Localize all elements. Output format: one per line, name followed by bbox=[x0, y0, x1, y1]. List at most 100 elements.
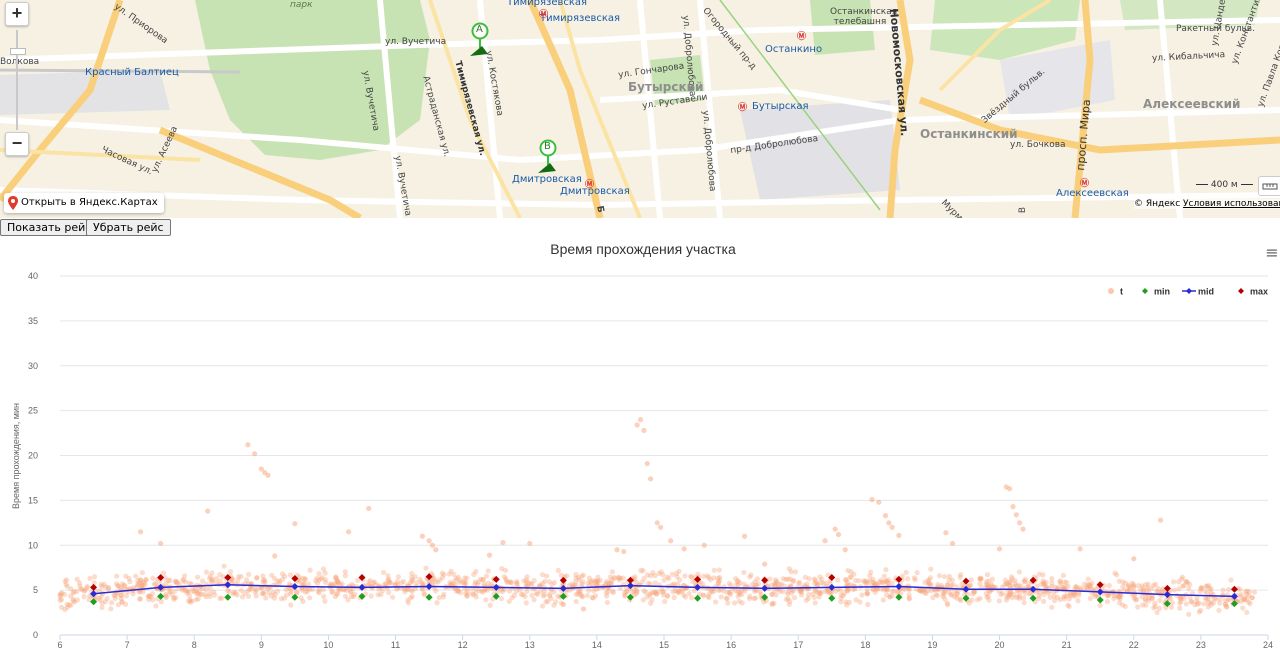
scatter-point bbox=[335, 578, 341, 585]
scatter-point bbox=[681, 546, 687, 552]
scatter-point bbox=[217, 595, 223, 601]
scatter-point bbox=[882, 513, 889, 519]
scatter-point bbox=[1208, 586, 1214, 592]
scatter-point bbox=[637, 417, 644, 423]
scatter-point bbox=[780, 576, 786, 582]
scatter-point bbox=[408, 595, 414, 601]
scatter-point bbox=[1097, 602, 1103, 609]
scatter-point bbox=[881, 587, 887, 593]
x-tick-label: 20 bbox=[995, 640, 1005, 650]
scatter-point bbox=[669, 571, 675, 578]
scatter-point bbox=[840, 593, 846, 599]
scatter-point bbox=[486, 552, 493, 558]
scatter-point bbox=[641, 427, 647, 433]
scale-line bbox=[1196, 184, 1208, 185]
scatter-point bbox=[252, 451, 258, 457]
scatter-point bbox=[1048, 583, 1055, 590]
scatter-point bbox=[833, 588, 839, 594]
route-pin-a[interactable]: A bbox=[470, 22, 490, 65]
scatter-point bbox=[523, 577, 530, 583]
scatter-point bbox=[1131, 595, 1137, 601]
scatter-point bbox=[452, 578, 458, 584]
scatter-point bbox=[609, 569, 615, 575]
metro-icon: Ⓜ bbox=[585, 179, 595, 189]
scatter-point bbox=[812, 600, 818, 606]
scatter-point bbox=[1139, 583, 1145, 589]
scatter-point bbox=[419, 586, 426, 592]
map-scale: 400 м bbox=[1196, 180, 1253, 190]
route-pin-b[interactable]: B bbox=[538, 139, 558, 182]
scatter-point bbox=[876, 499, 882, 505]
scatter-point bbox=[145, 593, 152, 599]
scatter-point bbox=[822, 538, 828, 544]
scatter-point bbox=[668, 538, 674, 544]
x-tick-label: 14 bbox=[592, 640, 602, 650]
scatter-point bbox=[731, 600, 738, 606]
scatter-point bbox=[1238, 598, 1244, 604]
metro-icon: Ⓜ bbox=[738, 102, 748, 112]
scatter-point bbox=[671, 594, 677, 601]
zoom-slider-track[interactable] bbox=[16, 30, 18, 130]
scatter-point bbox=[322, 579, 329, 585]
scatter-point bbox=[1205, 595, 1211, 602]
scatter-point bbox=[1131, 556, 1137, 562]
scatter-point bbox=[785, 591, 791, 597]
scatter-point bbox=[1065, 602, 1071, 608]
scatter-point bbox=[260, 573, 266, 579]
scatter-point bbox=[130, 591, 136, 597]
scatter-point bbox=[928, 566, 934, 572]
scatter-point bbox=[1111, 593, 1117, 599]
scatter-point bbox=[656, 589, 662, 595]
remove-trip-button[interactable]: Убрать рейс bbox=[86, 219, 171, 236]
scatter-point bbox=[322, 598, 328, 604]
chart-menu-icon[interactable]: ≡ bbox=[1265, 243, 1278, 262]
zoom-out-button[interactable]: − bbox=[5, 132, 29, 156]
scatter-point bbox=[889, 589, 895, 595]
x-tick-label: 6 bbox=[57, 640, 62, 650]
scatter-point bbox=[977, 581, 983, 587]
scatter-point bbox=[1222, 601, 1228, 608]
scatter-point bbox=[115, 602, 122, 608]
y-tick-label: 35 bbox=[28, 316, 38, 326]
scatter-point bbox=[409, 575, 415, 581]
ruler-button[interactable] bbox=[1258, 176, 1280, 196]
scatter-point bbox=[790, 578, 796, 584]
scatter-point bbox=[889, 580, 895, 586]
terms-link[interactable]: Условия использования bbox=[1183, 199, 1280, 209]
scatter-point bbox=[769, 591, 775, 598]
legend-label-mid: mid bbox=[1198, 287, 1214, 297]
scatter-point bbox=[288, 588, 294, 595]
map-panel[interactable]: парк Волкова ул. Приорова Красный Балтие… bbox=[0, 0, 1280, 218]
scatter-point bbox=[666, 575, 672, 582]
open-in-yandex-maps-link[interactable]: Открыть в Яндекс.Картах bbox=[4, 193, 164, 213]
scatter-point bbox=[102, 598, 109, 605]
scatter-point bbox=[936, 586, 942, 592]
scatter-point bbox=[523, 600, 529, 606]
scatter-point bbox=[649, 597, 655, 603]
zoom-slider-handle[interactable] bbox=[10, 48, 26, 55]
scatter-point bbox=[344, 587, 350, 594]
scatter-point bbox=[307, 595, 313, 601]
scatter-point bbox=[1061, 594, 1067, 600]
scatter-point bbox=[706, 594, 712, 601]
scatter-point bbox=[718, 594, 724, 600]
scatter-point bbox=[342, 573, 348, 579]
scatter-point bbox=[811, 594, 817, 600]
scatter-point bbox=[970, 591, 976, 597]
show-trip-button[interactable]: Показать рейс bbox=[0, 219, 99, 236]
zoom-in-button[interactable]: + bbox=[5, 2, 29, 26]
map-label-dmitr2: Дмитровская bbox=[560, 186, 630, 197]
scatter-point bbox=[767, 576, 773, 582]
scatter-point bbox=[280, 576, 286, 582]
scatter-point bbox=[647, 592, 653, 598]
scatter-point bbox=[701, 542, 707, 548]
scatter-point bbox=[1057, 578, 1063, 584]
x-tick-label: 10 bbox=[323, 640, 333, 650]
ruler-icon bbox=[1262, 183, 1278, 190]
scatter-point bbox=[949, 540, 956, 547]
legend[interactable]: t min mid max bbox=[1108, 287, 1268, 297]
scatter-point bbox=[617, 575, 624, 581]
scatter-point bbox=[1131, 583, 1137, 589]
scatter-point bbox=[676, 568, 682, 574]
scatter-point bbox=[887, 594, 893, 600]
